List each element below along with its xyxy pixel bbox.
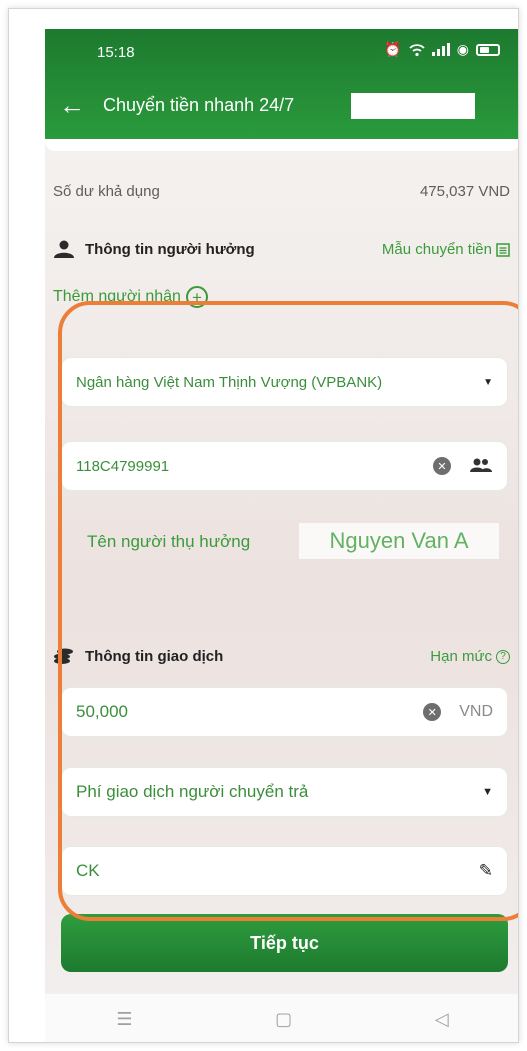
transfer-template-link[interactable]: Mẫu chuyển tiền xyxy=(382,241,510,258)
continue-button[interactable]: Tiếp tục xyxy=(61,914,508,972)
alarm-icon: ⏰ xyxy=(384,41,402,57)
transfer-template-label: Mẫu chuyển tiền xyxy=(381,241,492,258)
header-strip xyxy=(45,139,518,151)
back-arrow-icon[interactable]: ← xyxy=(59,92,85,118)
status-icons: ⏰ ◉ xyxy=(384,41,500,58)
battery-icon xyxy=(476,43,500,56)
back-triangle-icon[interactable]: ◁ xyxy=(435,1009,449,1030)
system-nav-bar: ☰ ▢ ◁ xyxy=(45,994,518,1042)
page-title: Chuyển tiền nhanh 24/7 xyxy=(103,95,295,115)
beneficiary-section-title: Thông tin người hưởng xyxy=(53,240,255,258)
app-header: 15:18 ⏰ ◉ ← Chuyển tiền nhanh 24/7 xyxy=(45,29,518,139)
phone-frame: 15:18 ⏰ ◉ ← Chuyển tiền nhanh 24/7 Số dư… xyxy=(8,8,519,1043)
redaction-mask xyxy=(351,93,475,119)
highlight-frame xyxy=(58,301,518,921)
list-icon xyxy=(496,242,510,257)
balance-label: Số dư khả dụng xyxy=(53,183,160,200)
beneficiary-section-label: Thông tin người hưởng xyxy=(85,240,255,258)
data-icon: ◉ xyxy=(456,41,469,57)
status-time: 15:18 xyxy=(97,44,135,61)
balance-value: 475,037 VND xyxy=(419,183,510,200)
wifi-icon xyxy=(409,43,425,56)
signal-icon xyxy=(431,43,450,56)
person-icon xyxy=(54,240,74,258)
home-icon[interactable]: ▢ xyxy=(275,1009,292,1030)
menu-icon[interactable]: ☰ xyxy=(116,1009,132,1030)
